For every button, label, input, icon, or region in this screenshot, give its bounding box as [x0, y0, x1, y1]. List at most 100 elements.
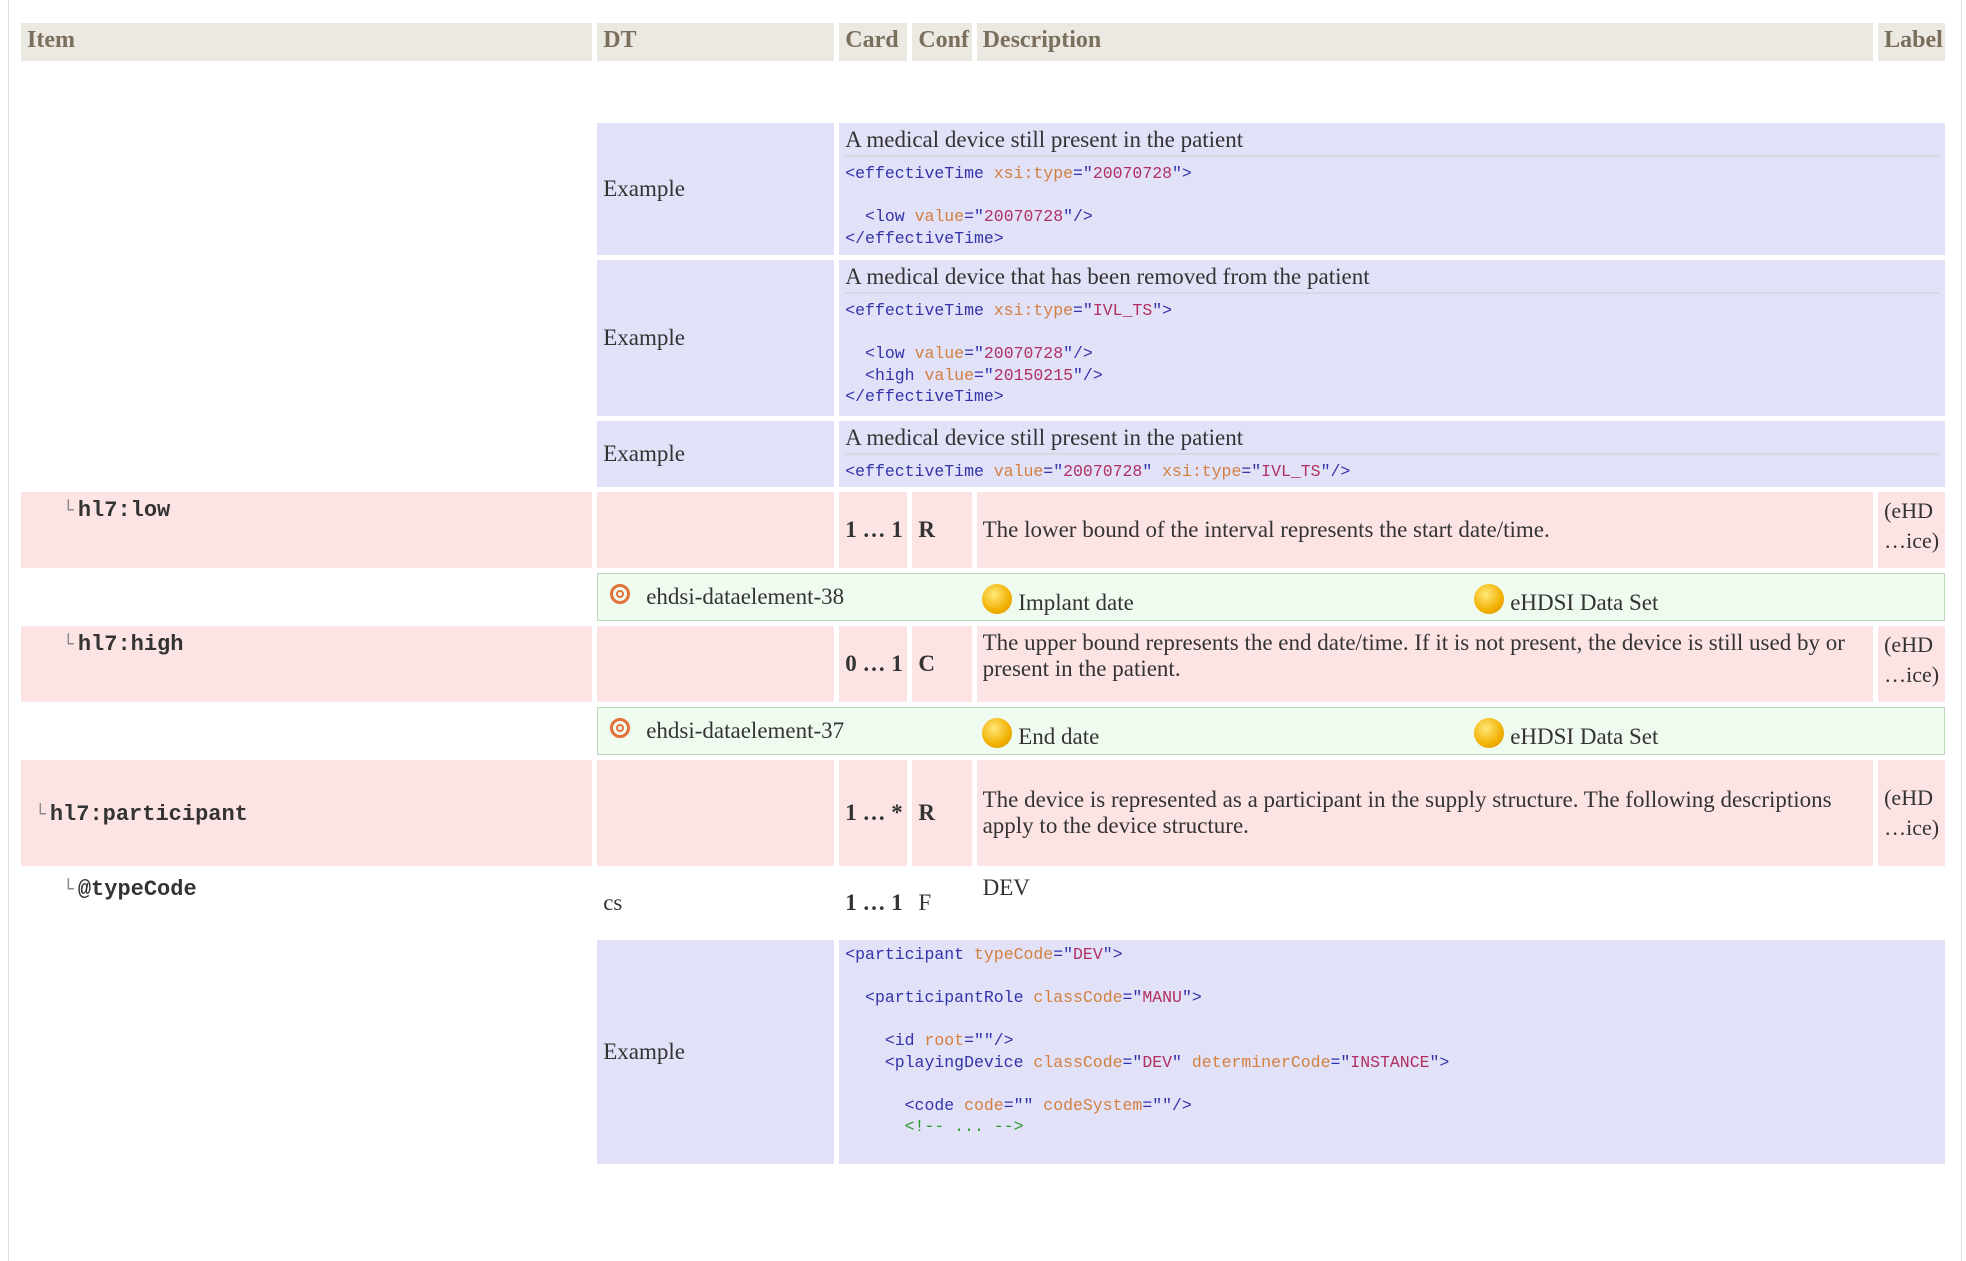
code-text: <playingDevice	[845, 1052, 1034, 1072]
code-text: ">	[1172, 164, 1192, 183]
tree-branch-icon: └	[63, 500, 74, 521]
code-text: ">	[1102, 945, 1123, 964]
element-row-high: └ hl7:high 0 … 1 C The upper bound repres…	[21, 626, 1945, 702]
code-value: DEV	[1073, 945, 1103, 964]
code-text: "	[1142, 462, 1163, 481]
code-text: <low	[845, 207, 915, 226]
example-label: Example	[597, 421, 835, 487]
header-row: Item DT Card Conf Description Label	[21, 23, 1945, 61]
col-header-conf[interactable]: Conf	[912, 23, 972, 61]
code-text: <low	[845, 344, 915, 363]
concept-name[interactable]: End date	[1018, 724, 1099, 749]
example-label: Example	[597, 123, 835, 255]
example-code: <effectiveTime xsi:type="20070728"> <low…	[845, 163, 1939, 249]
code-text: "/>	[1073, 365, 1103, 385]
concept-name[interactable]: Implant date	[1018, 590, 1134, 615]
element-item: └ hl7:participant	[21, 760, 593, 866]
code-attribute: classCode	[1033, 1052, 1123, 1072]
code-text: <effectiveTime	[845, 164, 994, 183]
example-content: A medical device that has been removed f…	[839, 260, 1945, 416]
element-name[interactable]: hl7:high	[78, 632, 184, 657]
element-conf: C	[912, 626, 972, 702]
code-attribute: classCode	[1033, 988, 1123, 1007]
example-title: A medical device still present in the pa…	[845, 425, 1939, 455]
example-label: Example	[597, 260, 835, 416]
code-value: DEV	[1142, 1052, 1173, 1072]
code-text: </effectiveTime>	[845, 228, 1004, 248]
concept-dot-icon	[982, 718, 1013, 748]
concept-dot-icon	[982, 584, 1013, 614]
element-description: The device is represented as a participa…	[976, 760, 1874, 866]
code-value: MANU	[1142, 988, 1182, 1007]
code-text: ">	[1152, 301, 1173, 320]
association-row: ehdsi-dataelement-37 End date eHDSI Data…	[21, 707, 1945, 755]
element-card: 0 … 1	[839, 626, 908, 702]
element-label[interactable]: (eHD …ice)	[1878, 626, 1945, 702]
code-value: INSTANCE	[1350, 1052, 1430, 1072]
concept-dot-icon	[1474, 584, 1505, 614]
col-header-item[interactable]: Item	[21, 23, 593, 61]
code-text: =""/>	[1142, 1095, 1192, 1115]
col-header-label[interactable]: Label	[1878, 23, 1945, 61]
target-icon	[610, 718, 631, 738]
code-text: ="	[1073, 164, 1093, 183]
tree-branch-icon: └	[63, 879, 74, 900]
dataelement-id[interactable]: ehdsi-dataelement-37	[646, 718, 982, 744]
code-text: ="	[973, 365, 994, 385]
code-attribute: value	[924, 365, 974, 385]
code-comment: <!-- ... -->	[845, 1117, 1024, 1136]
code-attribute: codeSystem	[1043, 1095, 1143, 1115]
code-text: <high	[845, 365, 925, 385]
element-name[interactable]: hl7:low	[78, 498, 170, 523]
association-box: ehdsi-dataelement-37 End date eHDSI Data…	[597, 707, 1945, 755]
code-attribute: code	[964, 1095, 1004, 1115]
col-header-card[interactable]: Card	[839, 23, 908, 61]
code-attribute: xsi:type	[1162, 462, 1242, 481]
code-attribute: value	[914, 207, 965, 226]
element-conf: R	[912, 492, 972, 568]
dataset-name[interactable]: eHDSI Data Set	[1510, 724, 1658, 749]
example-content: A medical device still present in the pa…	[839, 421, 1945, 487]
element-description: The upper bound represents the end date/…	[976, 626, 1874, 702]
col-header-description[interactable]: Description	[976, 23, 1874, 61]
attribute-row-typecode: └ @typeCode cs 1 … 1 F DEV	[21, 871, 1945, 935]
element-label[interactable]: (eHD …ice)	[1878, 760, 1945, 866]
target-icon	[610, 584, 631, 604]
code-text: ="	[1073, 301, 1093, 320]
col-header-dt[interactable]: DT	[597, 23, 835, 61]
tree-branch-icon: └	[35, 803, 46, 825]
code-attribute: xsi:type	[993, 164, 1073, 183]
spacer-row	[21, 66, 1945, 118]
example-row: Example A medical device still present i…	[21, 123, 1945, 255]
code-text: ="	[1122, 1052, 1143, 1072]
code-text: <id	[845, 1031, 925, 1050]
code-attribute: xsi:type	[993, 301, 1073, 320]
code-value: IVL_TS	[1261, 462, 1321, 481]
element-item: └ hl7:low	[21, 492, 593, 568]
element-label[interactable]: (eHD …ice)	[1878, 492, 1945, 568]
code-text: ="	[1241, 462, 1262, 481]
code-text: "/>	[1063, 344, 1093, 363]
code-text: "	[1172, 1052, 1192, 1072]
concept-dot-icon	[1474, 718, 1505, 748]
dataelement-id[interactable]: ehdsi-dataelement-38	[646, 584, 982, 610]
code-text: ="	[1122, 988, 1143, 1007]
element-row-participant: └ hl7:participant 1 … * R The device is r…	[21, 760, 1945, 866]
example-content: A medical device still present in the pa…	[839, 123, 1945, 255]
code-attribute: value	[993, 462, 1044, 481]
code-attribute: value	[914, 344, 965, 363]
attribute-name[interactable]: @typeCode	[78, 877, 197, 902]
example-row: Example <participant typeCode="DEV"> <pa…	[21, 940, 1945, 1164]
example-code: <effectiveTime xsi:type="IVL_TS"> <low v…	[845, 300, 1939, 408]
code-text: ="	[1043, 462, 1064, 481]
element-card: 1 … 1	[839, 492, 908, 568]
attribute-item: └ @typeCode	[21, 871, 592, 935]
code-text: =""	[1003, 1095, 1044, 1115]
code-value: 20070728	[983, 344, 1064, 363]
element-description: The lower bound of the interval represen…	[976, 492, 1874, 568]
example-code: <effectiveTime value="20070728" xsi:type…	[845, 461, 1939, 483]
code-text: <participant	[845, 945, 974, 964]
code-text: <participantRole	[845, 988, 1034, 1007]
dataset-name[interactable]: eHDSI Data Set	[1510, 590, 1658, 615]
element-name[interactable]: hl7:participant	[50, 802, 248, 827]
